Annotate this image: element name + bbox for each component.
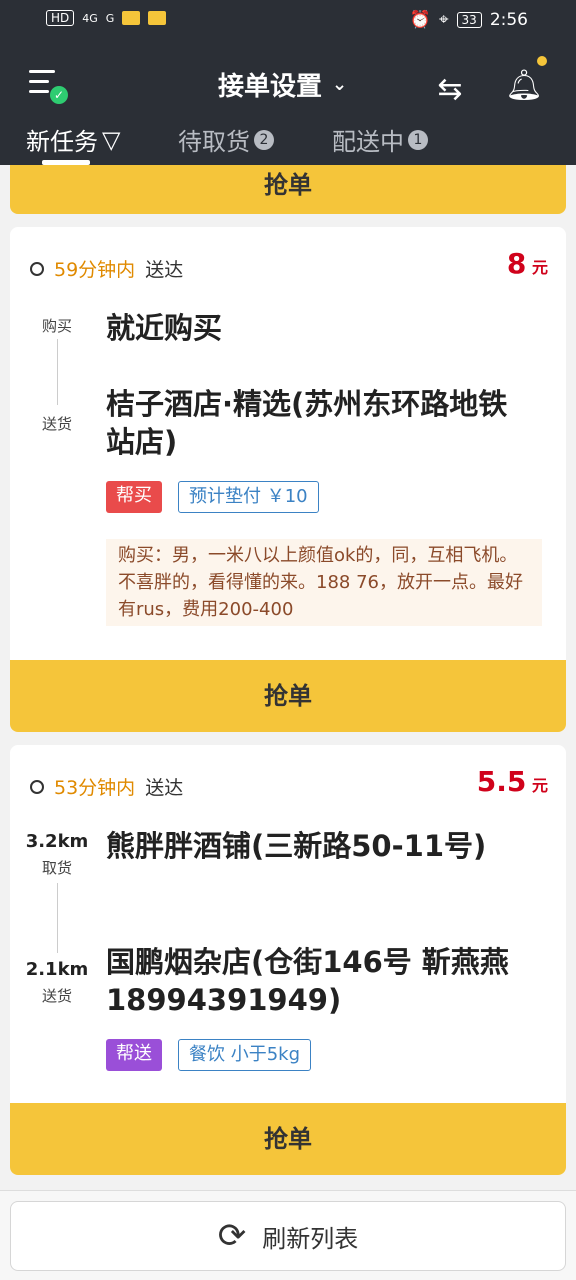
grab-order-button[interactable]: 抢单 [10, 660, 566, 732]
eta-row: 59分钟内 送达 [30, 255, 183, 282]
clock-icon [30, 779, 44, 794]
menu-button[interactable]: ✓ [26, 62, 70, 106]
menu-line-icon [29, 80, 49, 83]
eta-row: 53分钟内 送达 [30, 773, 183, 800]
status-right: ⏰ ⌖ 33 2:56 [410, 10, 528, 30]
location-icon: ⌖ [438, 10, 449, 30]
alarm-icon: ⏰ [409, 10, 431, 30]
order-tabs: 新任务 ▽ 待取货 2 配送中 1 [0, 122, 576, 165]
battery-indicator: 33 [456, 12, 482, 28]
tab-label: 新任务 [26, 128, 98, 156]
menu-line-icon [29, 70, 55, 73]
delivery-label: 送货 [41, 987, 72, 1005]
prepay-tag: 预计垫付 ￥10 [178, 481, 319, 513]
status-bar: HD 4G G ⏰ ⌖ 33 2:56 [0, 8, 576, 34]
price-value: 5.5 [476, 765, 527, 798]
check-icon: ✓ [50, 86, 68, 104]
bell-icon[interactable]: 🔔︎ [504, 66, 544, 106]
route-line [57, 339, 58, 405]
pickup-label: 购买 [41, 317, 72, 335]
service-type-tag: 帮送 [106, 1039, 162, 1071]
page-title: 接单设置 [218, 72, 323, 102]
hd-indicator: HD [46, 10, 75, 26]
grab-order-button[interactable]: 抢单 [10, 1103, 566, 1175]
pickup-distance: 3.2km [25, 831, 89, 852]
tab-delivering[interactable]: 配送中 1 [332, 122, 428, 157]
grab-order-button[interactable]: 抢单 [10, 165, 566, 214]
signal-4g-icon: 4G [82, 11, 98, 25]
price-unit: 元 [531, 258, 548, 277]
notification-app-icon [122, 11, 141, 25]
pickup-address: 就近购买 [106, 311, 223, 345]
price-value: 8 [506, 247, 527, 280]
route-icon[interactable]: ⇆ [430, 70, 470, 110]
tab-label: 配送中 [332, 128, 404, 156]
tab-label: 待取货 [178, 128, 250, 156]
bottom-bar: ⟳ 刷新列表 [0, 1190, 576, 1280]
pickup-label: 取货 [41, 859, 72, 877]
order-price: 5.5 元 [477, 765, 548, 798]
refresh-icon: ⟳ [217, 1216, 247, 1256]
tab-new-tasks[interactable]: 新任务 ▽ [26, 122, 120, 157]
menu-line-icon [29, 90, 49, 93]
status-left: HD 4G G [46, 10, 167, 26]
order-card: 53分钟内 送达 5.5 元 3.2km 取货 2.1km 送货 熊胖胖酒铺(三… [10, 745, 566, 1175]
price-unit: 元 [531, 776, 548, 795]
delivery-label: 送货 [41, 415, 72, 433]
route-line [57, 883, 58, 953]
tab-awaiting-pickup[interactable]: 待取货 2 [178, 122, 274, 157]
count-badge: 1 [408, 129, 428, 150]
refresh-label: 刷新列表 [262, 1224, 359, 1253]
app-header: HD 4G G ⏰ ⌖ 33 2:56 ✓ 接单设置 ⌄ ⇆ 🔔︎ 新任务 ▽ … [0, 0, 576, 165]
order-list[interactable]: 抢单 59分钟内 送达 8 元 购买 送货 就近购买 桔子酒店·精选(苏州东环路… [0, 165, 576, 1190]
eta-suffix: 送达 [145, 259, 184, 281]
filter-icon[interactable]: ▽ [102, 126, 120, 154]
notification-dot [537, 56, 547, 66]
clock-time: 2:56 [489, 10, 528, 30]
eta-minutes: 59分钟内 [54, 259, 136, 281]
order-card: 59分钟内 送达 8 元 购买 送货 就近购买 桔子酒店·精选(苏州东环路地铁站… [10, 227, 566, 732]
order-settings-dropdown[interactable]: 接单设置 ⌄ [218, 66, 347, 103]
notification-app-icon-2 [148, 11, 167, 25]
eta-minutes: 53分钟内 [54, 777, 136, 799]
clock-icon [30, 261, 44, 276]
category-tag: 餐饮 小于5kg [178, 1039, 312, 1071]
pickup-address: 熊胖胖酒铺(三新路50-11号) [106, 829, 487, 863]
signal-g-icon: G [105, 11, 115, 25]
order-note: 购买：男，一米八以上颜值ok的，同，互相飞机。不喜胖的，看得懂的来。188 76… [106, 539, 542, 626]
top-bar: ✓ 接单设置 ⌄ ⇆ 🔔︎ [0, 56, 576, 116]
count-badge: 2 [254, 129, 274, 150]
order-price: 8 元 [507, 247, 548, 280]
eta-suffix: 送达 [145, 777, 184, 799]
delivery-distance: 2.1km [25, 959, 89, 980]
service-type-tag: 帮买 [106, 481, 162, 513]
delivery-address: 国鹏烟杂店(仓街146号 靳燕燕 18994391949) [106, 945, 509, 1017]
chevron-down-icon: ⌄ [332, 74, 348, 95]
delivery-address: 桔子酒店·精选(苏州东环路地铁站店) [106, 387, 508, 459]
refresh-list-button[interactable]: ⟳ 刷新列表 [10, 1201, 566, 1271]
